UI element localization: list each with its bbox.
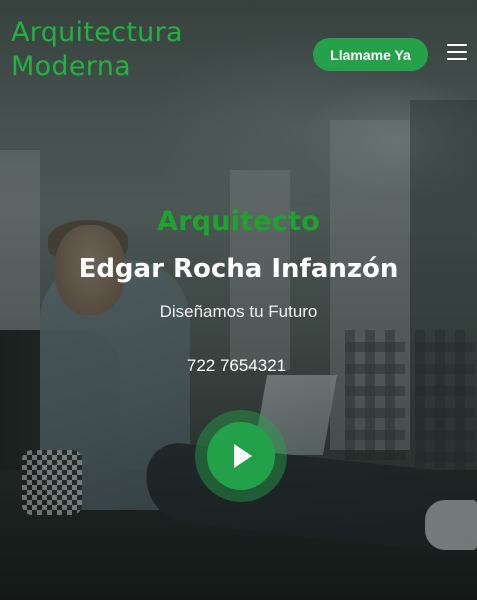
hero-role: Arquitecto	[157, 206, 320, 237]
hero-tagline: Diseñamos tu Futuro	[159, 302, 318, 321]
hero-name: Edgar Rocha Infanzón	[78, 254, 399, 284]
play-icon	[234, 444, 252, 468]
menu-bar	[447, 58, 467, 60]
menu-bar	[447, 44, 467, 46]
hero-dark-overlay	[0, 0, 477, 600]
logo-line-1: Arquitectura	[11, 17, 183, 48]
hero-phone-number[interactable]: 722 7654321	[0, 356, 475, 376]
hamburger-menu-icon[interactable]	[447, 44, 467, 62]
play-video-button[interactable]	[195, 410, 287, 502]
logo-line-2: Moderna	[11, 51, 131, 82]
site-logo[interactable]: Arquitectura Moderna	[11, 16, 183, 84]
call-now-button[interactable]: Llamame Ya	[313, 38, 428, 71]
menu-bar	[447, 51, 467, 53]
play-button-circle	[207, 422, 275, 490]
